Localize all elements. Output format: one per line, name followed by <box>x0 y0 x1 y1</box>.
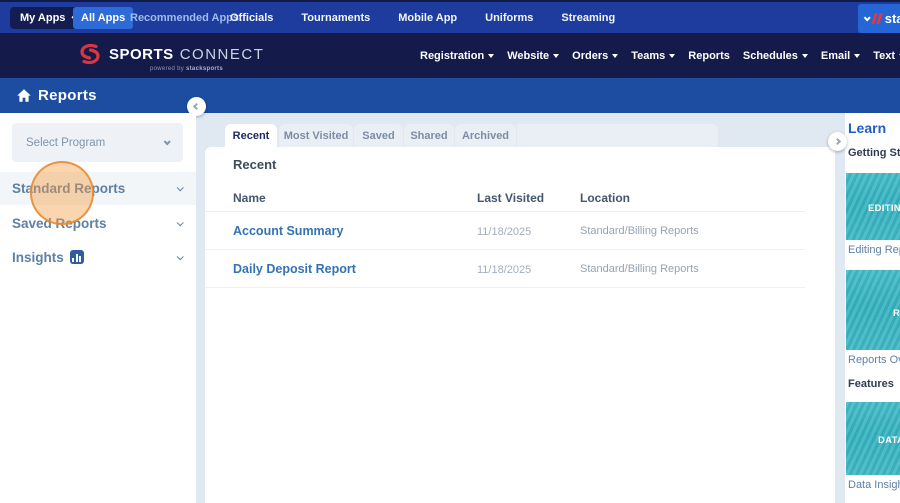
learn-section-getting-started: Getting Started <box>848 147 900 159</box>
home-icon[interactable] <box>16 88 32 103</box>
report-link[interactable]: Account Summary <box>233 224 343 238</box>
nav-orders[interactable]: Orders <box>572 50 618 62</box>
main-navbar: SPORTS CONNECT powered by stacksports Re… <box>0 33 900 78</box>
nav-email[interactable]: Email <box>821 50 860 62</box>
brand-connect: CONNECT <box>180 46 265 63</box>
top-link-officials[interactable]: Officials <box>230 12 273 24</box>
click-highlight-circle <box>30 161 94 225</box>
chevron-down-icon <box>177 184 184 191</box>
nav-reports[interactable]: Reports <box>688 50 730 62</box>
stack-label: stack <box>885 11 900 26</box>
chevron-down-icon <box>164 138 171 145</box>
table-header-row: Name Last Visited Location <box>205 185 805 212</box>
chevron-down-icon <box>669 54 675 58</box>
all-apps-label: All Apps <box>81 12 125 24</box>
brand-sports: SPORTS <box>109 46 174 63</box>
learn-panel: Learn Getting Started EDITING Editing Re… <box>845 113 900 503</box>
sidebar-item-insights[interactable]: Insights <box>0 242 196 272</box>
top-app-bar: My Apps All Apps Recommended Apps: Offic… <box>0 0 900 33</box>
tab-shared[interactable]: Shared <box>404 124 454 148</box>
learn-title: Learn <box>848 120 886 136</box>
top-link-mobile-app[interactable]: Mobile App <box>398 12 457 24</box>
learn-section-features: Features <box>848 378 894 390</box>
location-value: Standard/Billing Reports <box>580 263 699 275</box>
chevron-down-icon <box>177 253 184 260</box>
reports-sidebar: Select Program Standard Reports Saved Re… <box>0 113 196 503</box>
nav-registration[interactable]: Registration <box>420 50 494 62</box>
video-caption: Reports Overview <box>848 354 900 366</box>
location-value: Standard/Billing Reports <box>580 225 699 237</box>
column-last-visited: Last Visited <box>477 191 544 205</box>
chevron-down-icon <box>864 14 871 21</box>
my-apps-label: My Apps <box>20 12 65 24</box>
chevron-down-icon <box>802 54 808 58</box>
tab-most-visited[interactable]: Most Visited <box>279 124 353 148</box>
top-link-tournaments[interactable]: Tournaments <box>301 12 370 24</box>
program-select-value: Select Program <box>26 137 105 149</box>
column-name: Name <box>233 191 266 205</box>
chevron-right-icon <box>834 138 841 145</box>
video-card-editing-reports[interactable]: EDITING <box>846 173 900 240</box>
video-caption: Data Insights <box>848 479 900 491</box>
tab-strip-filler <box>517 124 718 148</box>
nav-schedules[interactable]: Schedules <box>743 50 808 62</box>
stack-sports-menu[interactable]: stack <box>858 4 900 33</box>
top-link-streaming[interactable]: Streaming <box>561 12 615 24</box>
chevron-down-icon <box>612 54 618 58</box>
recent-reports-card: Recent Name Last Visited Location Accoun… <box>205 147 835 503</box>
all-apps-button[interactable]: All Apps <box>73 7 133 29</box>
video-overlay-text: REPORTS <box>893 308 900 319</box>
column-location: Location <box>580 191 630 205</box>
video-overlay-text: DATA <box>878 435 900 446</box>
top-app-links: Officials Tournaments Mobile App Uniform… <box>230 2 615 33</box>
powered-by-stacksports: powered by stacksports <box>150 66 223 72</box>
program-select[interactable]: Select Program <box>12 123 183 162</box>
sports-connect-icon <box>77 41 103 67</box>
video-card-data-insights[interactable]: DATA <box>846 402 900 475</box>
page-title: Reports <box>38 87 97 104</box>
bar-chart-icon <box>70 250 84 264</box>
table-row: Account Summary 11/18/2025 Standard/Bill… <box>205 212 805 250</box>
last-visited-value: 11/18/2025 <box>477 264 531 276</box>
nav-teams[interactable]: Teams <box>631 50 675 62</box>
stack-sports-icon <box>873 13 881 24</box>
insights-label: Insights <box>12 250 64 265</box>
top-link-uniforms[interactable]: Uniforms <box>485 12 533 24</box>
video-caption: Editing Reports <box>848 244 900 256</box>
page-header: Reports <box>0 78 900 113</box>
tab-archived[interactable]: Archived <box>455 124 516 148</box>
chevron-down-icon <box>177 219 184 226</box>
learn-panel-expand-button[interactable] <box>828 132 847 151</box>
video-card-reports-overview[interactable]: REPORTS <box>846 270 900 350</box>
chevron-down-icon <box>488 54 494 58</box>
sports-connect-logo[interactable]: SPORTS CONNECT <box>77 41 264 67</box>
chevron-down-icon <box>553 54 559 58</box>
recommended-apps-label: Recommended Apps: <box>130 12 243 24</box>
nav-text[interactable]: Text <box>873 50 900 62</box>
section-title: Recent <box>233 157 276 172</box>
sidebar-item-saved-reports[interactable]: Saved Reports <box>0 208 196 238</box>
video-overlay-text: EDITING <box>868 203 900 214</box>
chevron-left-icon <box>193 103 200 110</box>
nav-website[interactable]: Website <box>507 50 559 62</box>
chevron-down-icon <box>854 54 860 58</box>
tab-saved[interactable]: Saved <box>354 124 403 148</box>
last-visited-value: 11/18/2025 <box>477 226 531 238</box>
table-row: Daily Deposit Report 11/18/2025 Standard… <box>205 250 805 288</box>
main-nav-menu: Registration Website Orders Teams Report… <box>420 33 900 78</box>
report-link[interactable]: Daily Deposit Report <box>233 262 356 276</box>
tab-recent[interactable]: Recent <box>225 124 277 148</box>
